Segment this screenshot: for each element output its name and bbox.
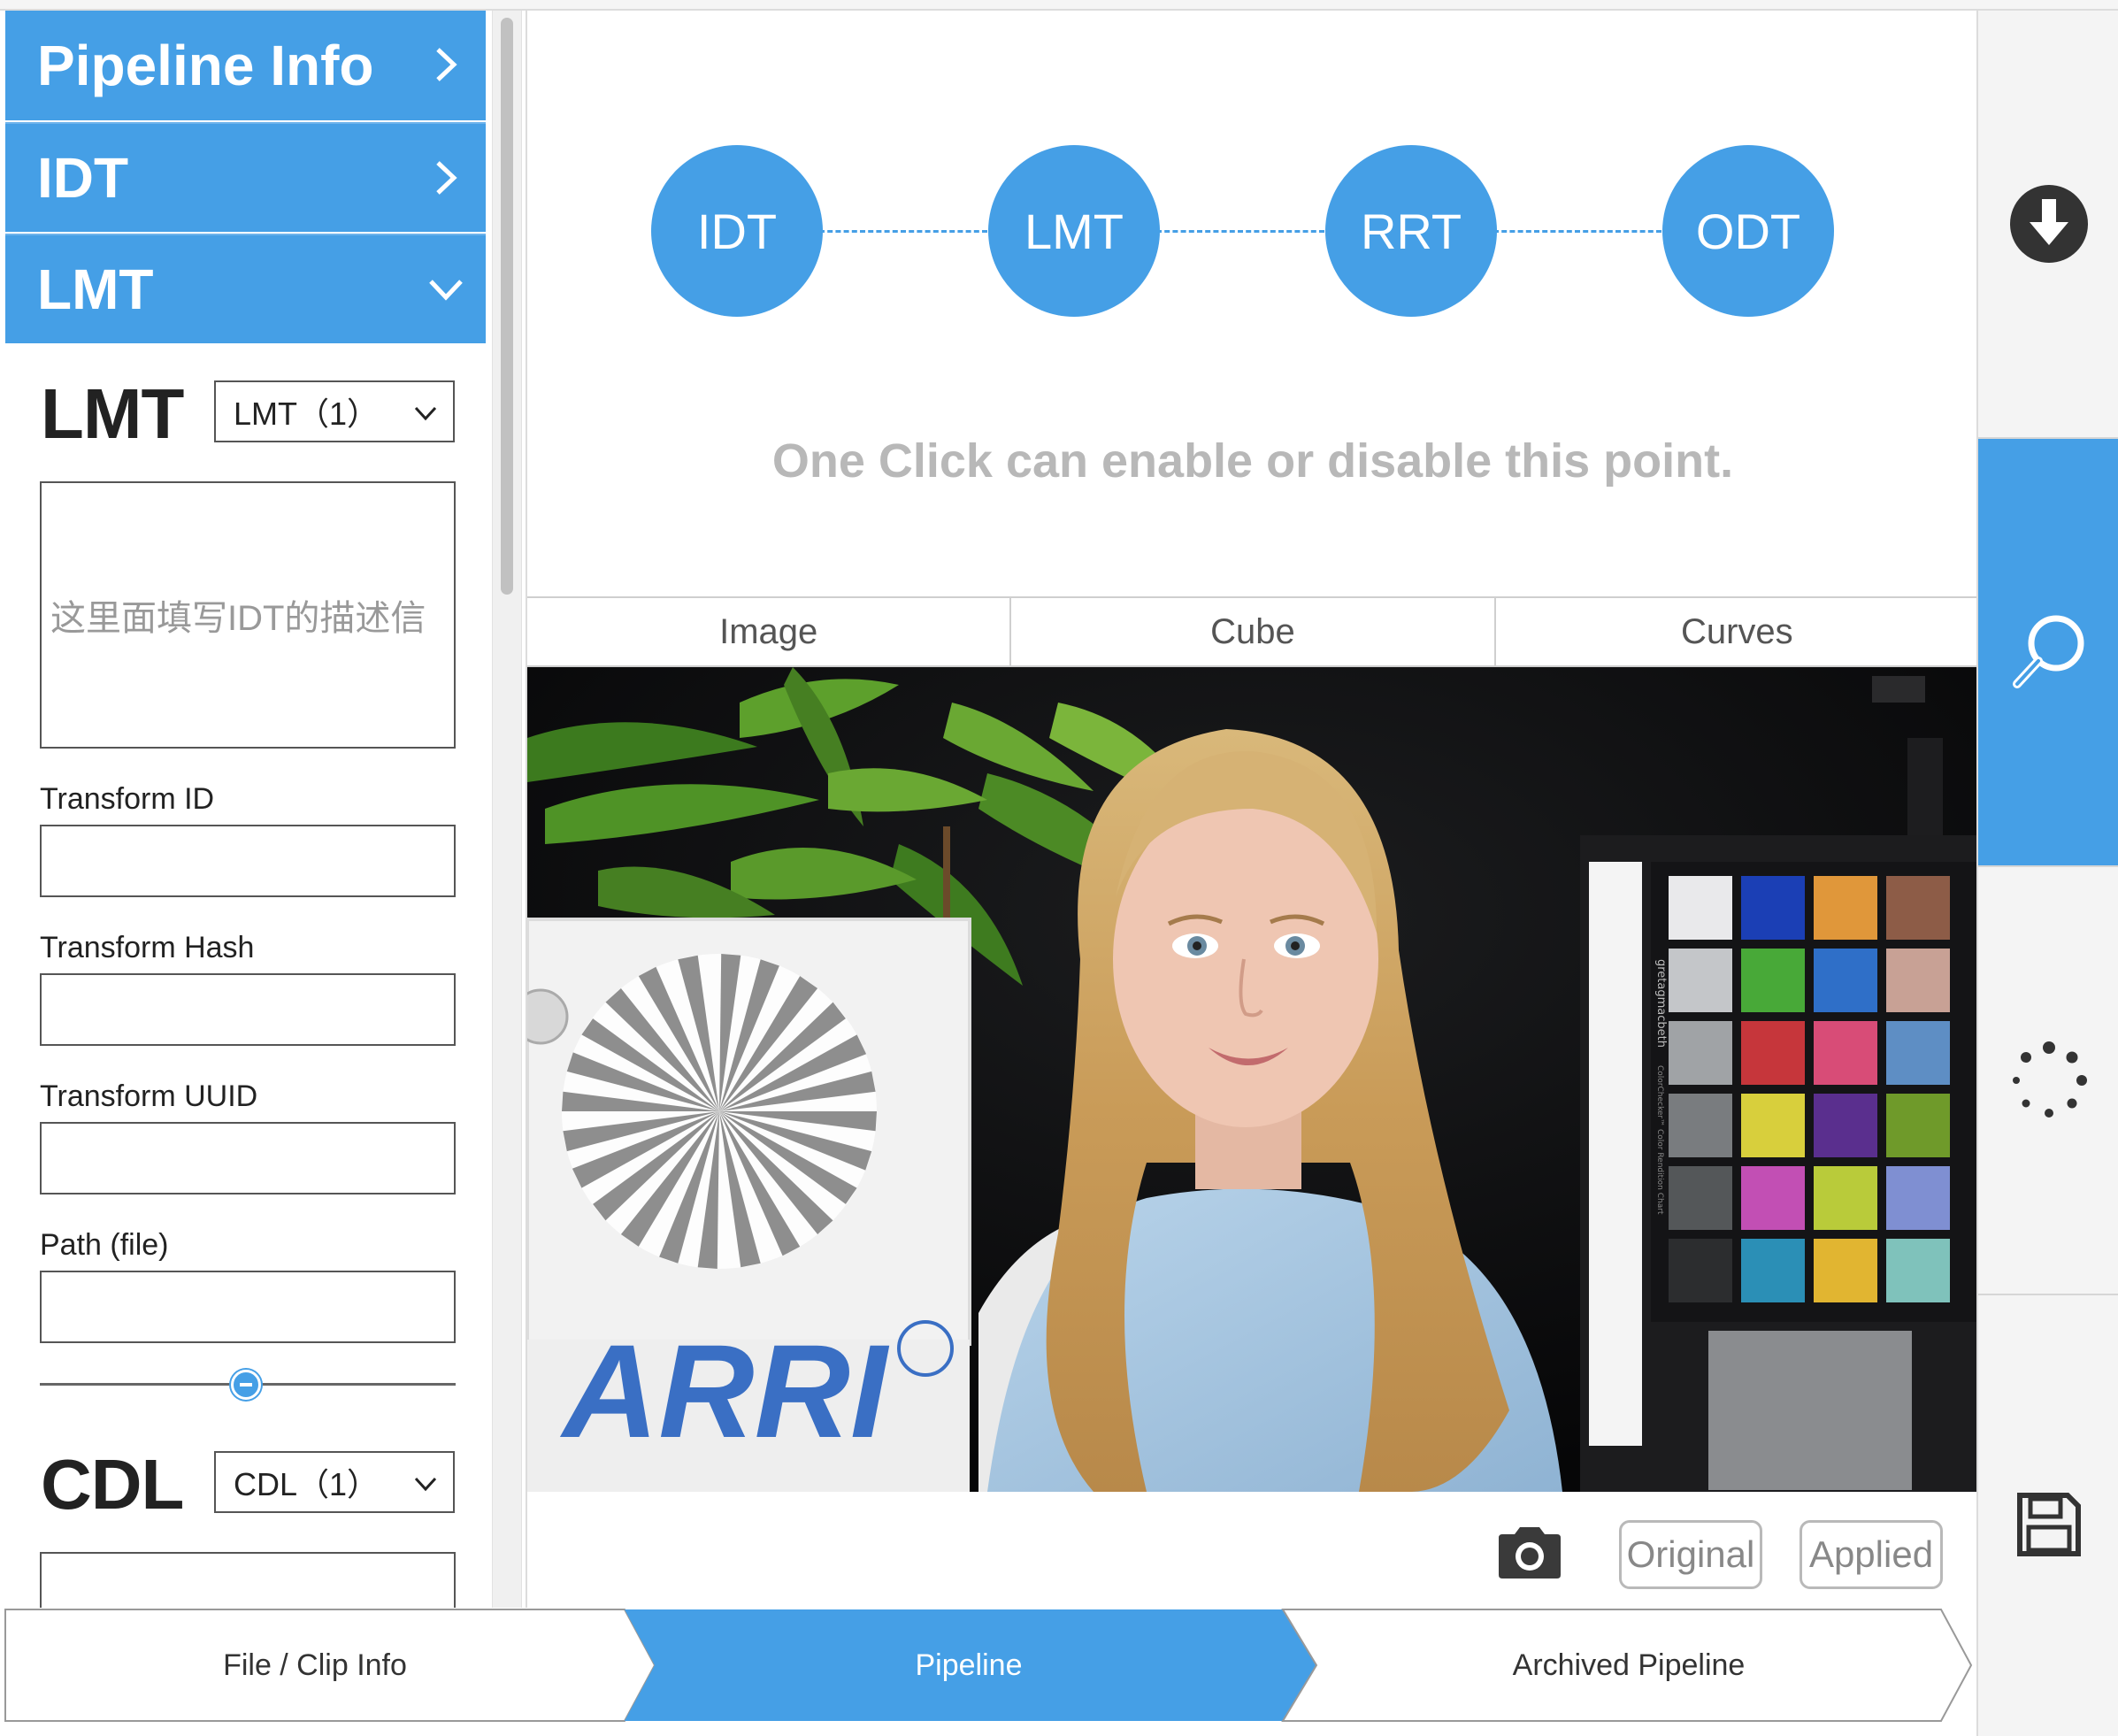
lmt-description-field[interactable]: 这里面填写IDT的描述信 bbox=[40, 481, 456, 749]
save-icon bbox=[2017, 1493, 2081, 1556]
step-pipeline[interactable]: Pipeline bbox=[655, 1608, 1283, 1723]
right-toolbar bbox=[1976, 11, 2118, 1736]
tab-curves[interactable]: Curves bbox=[1495, 598, 1978, 665]
lmt-section-title: LMT bbox=[41, 374, 184, 453]
accordion-label: LMT bbox=[37, 257, 154, 321]
preview-scene: ARRI gretagmacbeth ColorChecker™ Color R… bbox=[527, 667, 1978, 1492]
applied-button[interactable]: Applied bbox=[1800, 1520, 1943, 1589]
zoom-button[interactable] bbox=[1978, 439, 2118, 867]
lmt-select-value: LMT（1） bbox=[234, 396, 380, 432]
chevron-right-icon bbox=[436, 161, 457, 195]
chevron-down-icon bbox=[414, 406, 437, 421]
pipeline-node-rrt[interactable]: RRT bbox=[1325, 145, 1497, 317]
workflow-steps: File / Clip Info Pipeline Archived Pipel… bbox=[0, 1608, 1976, 1736]
search-icon bbox=[2013, 615, 2084, 688]
image-toolbar: Original Applied bbox=[527, 1492, 1978, 1608]
chevron-down-icon bbox=[414, 1477, 437, 1492]
pipeline-node-odt[interactable]: ODT bbox=[1662, 145, 1834, 317]
chevron-right-icon bbox=[436, 48, 457, 81]
chevron-down-icon bbox=[429, 280, 463, 301]
accordion-idt[interactable]: IDT bbox=[5, 122, 486, 232]
accordion-label: IDT bbox=[37, 146, 129, 210]
path-file-input[interactable] bbox=[40, 1271, 456, 1343]
pipeline-node-lmt[interactable]: LMT bbox=[988, 145, 1160, 317]
top-border bbox=[0, 0, 2118, 11]
accordion-lmt[interactable]: LMT bbox=[5, 234, 486, 343]
cdl-select-value: CDL（1） bbox=[234, 1466, 380, 1502]
loading-spinner-icon bbox=[2013, 1041, 2087, 1118]
step-archived-pipeline[interactable]: Archived Pipeline bbox=[1316, 1608, 1941, 1723]
processing-indicator bbox=[1978, 867, 2118, 1295]
pipeline-connector bbox=[1493, 230, 1661, 233]
slider-handle[interactable] bbox=[231, 1370, 261, 1400]
chart-name: ColorChecker™ Color Rendition Chart bbox=[1655, 1065, 1664, 1215]
cdl-section-title: CDL bbox=[41, 1445, 184, 1524]
save-button[interactable] bbox=[1978, 1295, 2118, 1736]
original-button[interactable]: Original bbox=[1619, 1520, 1762, 1589]
pipeline-node-idt[interactable]: IDT bbox=[651, 145, 823, 317]
accordion-pipeline-info[interactable]: Pipeline Info bbox=[5, 11, 486, 120]
lmt-select[interactable]: LMT（1） bbox=[214, 380, 455, 442]
arri-logo: ARRI bbox=[559, 1317, 890, 1465]
download-button[interactable] bbox=[1978, 11, 2118, 439]
siemens-star bbox=[562, 954, 877, 1269]
description-placeholder: 这里面填写IDT的描述信 bbox=[50, 599, 426, 638]
cdl-description-field[interactable] bbox=[40, 1552, 456, 1608]
settings-panel: Pipeline Info IDT LMT LMT LMT（1） 这里面填写ID… bbox=[5, 11, 486, 1608]
pipeline-main-area: IDT LMT RRT ODT One Click can enable or … bbox=[526, 11, 1978, 1608]
tab-cube[interactable]: Cube bbox=[1011, 598, 1496, 665]
transform-id-input[interactable] bbox=[40, 825, 456, 897]
transform-uuid-label: Transform UUID bbox=[40, 1079, 258, 1113]
step-file-clip-info[interactable]: File / Clip Info bbox=[5, 1608, 625, 1723]
cdl-select[interactable]: CDL（1） bbox=[214, 1451, 455, 1513]
chart-brand: gretagmacbeth bbox=[1654, 959, 1668, 1048]
download-icon bbox=[2010, 185, 2088, 263]
pipeline-hint: One Click can enable or disable this poi… bbox=[771, 434, 1734, 488]
preview-image: ARRI gretagmacbeth ColorChecker™ Color R… bbox=[527, 667, 1978, 1492]
pipeline-connector bbox=[819, 230, 987, 233]
view-tabs: Image Cube Curves bbox=[527, 596, 1978, 667]
path-file-label: Path (file) bbox=[40, 1228, 169, 1262]
tab-image[interactable]: Image bbox=[527, 598, 1012, 665]
transform-hash-input[interactable] bbox=[40, 973, 456, 1046]
transform-id-label: Transform ID bbox=[40, 782, 215, 816]
camera-icon[interactable] bbox=[1495, 1524, 1564, 1580]
transform-hash-label: Transform Hash bbox=[40, 931, 255, 964]
scrollbar-thumb[interactable] bbox=[501, 18, 513, 595]
transform-uuid-input[interactable] bbox=[40, 1122, 456, 1194]
accordion-label: Pipeline Info bbox=[37, 34, 374, 97]
pipeline-connector bbox=[1156, 230, 1324, 233]
